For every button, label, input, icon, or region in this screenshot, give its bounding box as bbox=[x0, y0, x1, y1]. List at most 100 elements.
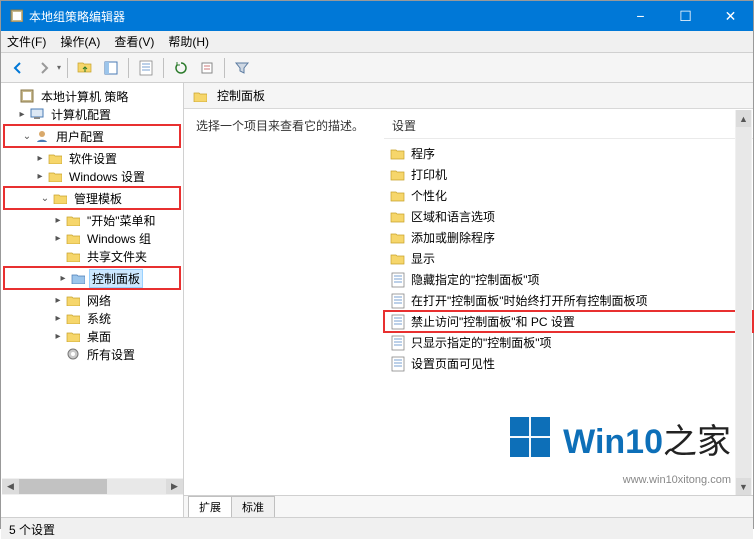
list-item-label: 个性化 bbox=[411, 187, 447, 204]
tab-extended[interactable]: 扩展 bbox=[188, 496, 232, 517]
history-dropdown-icon[interactable]: ▾ bbox=[57, 63, 61, 72]
folder-open-icon bbox=[70, 270, 86, 286]
description-column: 选择一个项目来查看它的描述。 bbox=[184, 109, 384, 495]
setting-icon bbox=[390, 314, 406, 330]
folder-icon bbox=[390, 188, 406, 204]
folder-icon bbox=[65, 248, 81, 264]
tree-software-settings[interactable]: ▸ 软件设置 bbox=[1, 149, 183, 167]
expand-icon[interactable]: ▸ bbox=[33, 153, 47, 164]
list-item-label: 隐藏指定的"控制面板"项 bbox=[411, 271, 540, 288]
folder-icon bbox=[390, 146, 406, 162]
forward-button[interactable] bbox=[33, 57, 55, 79]
view-tabs: 扩展 标准 bbox=[184, 495, 753, 517]
setting-icon bbox=[390, 356, 406, 372]
expand-icon[interactable]: ▸ bbox=[51, 331, 65, 342]
up-button[interactable] bbox=[74, 57, 96, 79]
expand-icon[interactable]: ▸ bbox=[51, 313, 65, 324]
menu-file[interactable]: 文件(F) bbox=[7, 33, 46, 50]
folder-icon bbox=[65, 212, 81, 228]
list-item[interactable]: 区域和语言选项 bbox=[384, 206, 753, 227]
list-item-label: 程序 bbox=[411, 145, 435, 162]
scroll-up-icon[interactable]: ▲ bbox=[736, 110, 751, 127]
close-button[interactable]: ✕ bbox=[708, 1, 753, 31]
list-item[interactable]: 只显示指定的"控制面板"项 bbox=[384, 332, 753, 353]
tree-root-label: 本地计算机 策略 bbox=[38, 87, 131, 106]
tree-network[interactable]: ▸ 网络 bbox=[1, 291, 183, 309]
settings-list: 设置 程序打印机个性化区域和语言选项添加或删除程序显示隐藏指定的"控制面板"项在… bbox=[384, 109, 753, 495]
status-text: 5 个设置 bbox=[9, 523, 55, 537]
expand-icon[interactable]: ▸ bbox=[51, 233, 65, 244]
tree-desktop[interactable]: ▸ 桌面 bbox=[1, 327, 183, 345]
list-item[interactable]: 打印机 bbox=[384, 164, 753, 185]
folder-icon bbox=[65, 292, 81, 308]
expand-icon[interactable]: ▸ bbox=[15, 109, 29, 120]
folder-icon bbox=[47, 168, 63, 184]
list-item-label: 区域和语言选项 bbox=[411, 208, 495, 225]
folder-icon bbox=[390, 251, 406, 267]
list-item-label: 在打开"控制面板"时始终打开所有控制面板项 bbox=[411, 292, 648, 309]
folder-icon bbox=[390, 209, 406, 225]
tree-start-menu[interactable]: ▸ "开始"菜单和 bbox=[1, 211, 183, 229]
menu-view[interactable]: 查看(V) bbox=[114, 33, 154, 50]
menu-help[interactable]: 帮助(H) bbox=[168, 33, 209, 50]
export-button[interactable] bbox=[196, 57, 218, 79]
tree-all-settings[interactable]: ▸ 所有设置 bbox=[1, 345, 183, 363]
setting-icon bbox=[390, 272, 406, 288]
list-item[interactable]: 在打开"控制面板"时始终打开所有控制面板项 bbox=[384, 290, 753, 311]
scroll-left-icon[interactable]: ◀ bbox=[2, 479, 19, 494]
expand-icon[interactable]: ▸ bbox=[51, 295, 65, 306]
tree-admin-templates[interactable]: ⌄ 管理模板 bbox=[6, 189, 178, 207]
vertical-scrollbar[interactable]: ▲ ▼ bbox=[735, 110, 752, 495]
list-item[interactable]: 程序 bbox=[384, 143, 753, 164]
list-item[interactable]: 隐藏指定的"控制面板"项 bbox=[384, 269, 753, 290]
gear-icon bbox=[65, 346, 81, 362]
window-title: 本地组策略编辑器 bbox=[29, 8, 125, 25]
tree-shared-folders[interactable]: ▸ 共享文件夹 bbox=[1, 247, 183, 265]
minimize-button[interactable]: − bbox=[618, 1, 663, 31]
scroll-down-icon[interactable]: ▼ bbox=[736, 478, 751, 495]
show-hide-tree-button[interactable] bbox=[100, 57, 122, 79]
folder-icon bbox=[192, 88, 208, 104]
collapse-icon[interactable]: ⌄ bbox=[20, 131, 34, 142]
refresh-button[interactable] bbox=[170, 57, 192, 79]
list-item[interactable]: 设置页面可见性 bbox=[384, 353, 753, 374]
setting-icon bbox=[390, 335, 406, 351]
list-item[interactable]: 禁止访问"控制面板"和 PC 设置 bbox=[384, 311, 753, 332]
list-item[interactable]: 个性化 bbox=[384, 185, 753, 206]
list-item-label: 禁止访问"控制面板"和 PC 设置 bbox=[411, 313, 575, 330]
user-icon bbox=[34, 128, 50, 144]
tree-root[interactable]: ▾ 本地计算机 策略 bbox=[1, 87, 183, 105]
expand-icon[interactable]: ▸ bbox=[51, 215, 65, 226]
expand-icon[interactable]: ▸ bbox=[56, 273, 70, 284]
list-item[interactable]: 显示 bbox=[384, 248, 753, 269]
tree-pane: ▾ 本地计算机 策略 ▸ 计算机配置 ⌄ 用户配置 ▸ 软件设置 bbox=[1, 83, 184, 517]
pc-icon bbox=[29, 106, 45, 122]
tree-user-config[interactable]: ⌄ 用户配置 bbox=[6, 127, 178, 145]
list-item-label: 设置页面可见性 bbox=[411, 355, 495, 372]
tree-system[interactable]: ▸ 系统 bbox=[1, 309, 183, 327]
title-bar: 本地组策略编辑器 − ☐ ✕ bbox=[1, 1, 753, 31]
scroll-right-icon[interactable]: ▶ bbox=[166, 479, 183, 494]
maximize-button[interactable]: ☐ bbox=[663, 1, 708, 31]
properties-button[interactable] bbox=[135, 57, 157, 79]
folder-icon bbox=[390, 167, 406, 183]
expand-icon[interactable]: ▸ bbox=[33, 171, 47, 182]
tree-windows-settings[interactable]: ▸ Windows 设置 bbox=[1, 167, 183, 185]
tree-windows-components[interactable]: ▸ Windows 组 bbox=[1, 229, 183, 247]
folder-icon bbox=[47, 150, 63, 166]
list-item-label: 显示 bbox=[411, 250, 435, 267]
column-header-setting[interactable]: 设置 bbox=[384, 113, 753, 139]
list-item[interactable]: 添加或删除程序 bbox=[384, 227, 753, 248]
folder-icon bbox=[52, 190, 68, 206]
filter-button[interactable] bbox=[231, 57, 253, 79]
tab-standard[interactable]: 标准 bbox=[231, 496, 275, 517]
collapse-icon[interactable]: ⌄ bbox=[38, 193, 52, 204]
horizontal-scrollbar[interactable]: ◀ ▶ bbox=[2, 478, 183, 495]
menu-bar: 文件(F) 操作(A) 查看(V) 帮助(H) bbox=[1, 31, 753, 53]
tree-computer-config[interactable]: ▸ 计算机配置 bbox=[1, 105, 183, 123]
folder-icon bbox=[65, 328, 81, 344]
menu-action[interactable]: 操作(A) bbox=[60, 33, 100, 50]
list-item-label: 添加或删除程序 bbox=[411, 229, 495, 246]
back-button[interactable] bbox=[7, 57, 29, 79]
tree-control-panel[interactable]: ▸ 控制面板 bbox=[6, 269, 178, 287]
